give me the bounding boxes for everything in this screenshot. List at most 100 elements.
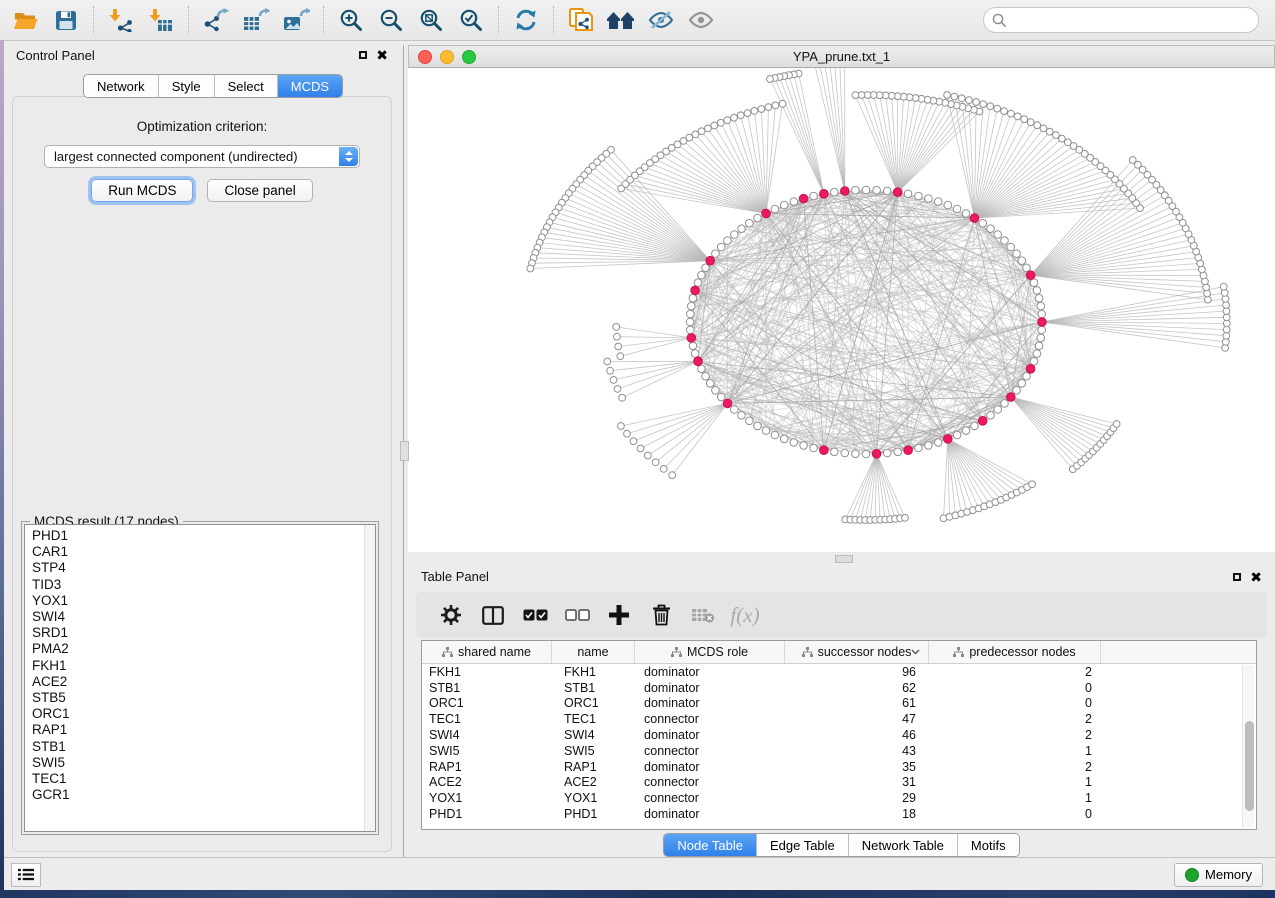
- add-column-button[interactable]: [600, 598, 638, 632]
- network-node[interactable]: [934, 198, 942, 206]
- network-leaf-node[interactable]: [772, 102, 779, 109]
- network-leaf-node[interactable]: [852, 92, 859, 99]
- network-leaf-node[interactable]: [1001, 108, 1008, 115]
- network-leaf-node[interactable]: [758, 106, 765, 113]
- table-cell[interactable]: PHD1: [552, 807, 635, 821]
- mcds-result-list[interactable]: PHD1CAR1STP4TID3YOX1SWI4SRD1PMA2FKH1ACE2…: [24, 524, 376, 832]
- tab-mcds[interactable]: MCDS: [278, 75, 342, 97]
- network-leaf-node[interactable]: [717, 119, 724, 126]
- network-leaf-node[interactable]: [767, 76, 774, 83]
- network-node[interactable]: [731, 231, 739, 239]
- mcds-result-item[interactable]: PMA2: [32, 641, 375, 657]
- splitter-grip[interactable]: [835, 555, 853, 563]
- table-cell[interactable]: 43: [785, 744, 929, 758]
- table-cell[interactable]: dominator: [635, 681, 785, 695]
- table-cell[interactable]: 62: [785, 681, 929, 695]
- mcds-result-item[interactable]: ACE2: [32, 674, 375, 690]
- network-leaf-node[interactable]: [987, 103, 994, 110]
- table-cell[interactable]: 96: [785, 665, 929, 679]
- table-row[interactable]: RAP1RAP1dominator352: [422, 759, 1256, 775]
- tab-select[interactable]: Select: [215, 75, 278, 97]
- network-node[interactable]: [790, 198, 798, 206]
- table-scrollbar-thumb[interactable]: [1245, 721, 1254, 811]
- network-leaf-node[interactable]: [994, 105, 1001, 112]
- result-scrollbar[interactable]: [364, 525, 375, 831]
- table-cell[interactable]: ORC1: [552, 696, 635, 710]
- table-cell[interactable]: TEC1: [422, 712, 552, 726]
- mcds-result-item[interactable]: ORC1: [32, 706, 375, 722]
- network-node[interactable]: [712, 250, 720, 258]
- network-node[interactable]: [944, 201, 952, 209]
- network-leaf-node[interactable]: [614, 386, 621, 393]
- table-cell[interactable]: PHD1: [422, 807, 552, 821]
- network-node[interactable]: [754, 214, 762, 222]
- network-node[interactable]: [904, 190, 912, 198]
- network-node[interactable]: [724, 237, 732, 245]
- network-node[interactable]: [1033, 350, 1041, 358]
- network-leaf-node[interactable]: [617, 353, 624, 360]
- network-leaf-node[interactable]: [944, 92, 951, 99]
- col-predecessor-nodes[interactable]: predecessor nodes: [929, 641, 1101, 663]
- network-node[interactable]: [852, 186, 860, 194]
- table-cell[interactable]: SWI5: [552, 744, 635, 758]
- network-node[interactable]: [717, 243, 725, 251]
- horizontal-splitter[interactable]: [408, 552, 1275, 563]
- network-node[interactable]: [1037, 302, 1045, 310]
- export-table-button[interactable]: [236, 3, 276, 37]
- dominator-node[interactable]: [893, 188, 902, 197]
- network-leaf-node[interactable]: [630, 438, 637, 445]
- network-node[interactable]: [698, 365, 706, 373]
- zoom-selected-button[interactable]: [451, 3, 491, 37]
- network-leaf-node[interactable]: [615, 343, 622, 350]
- memory-button[interactable]: Memory: [1174, 863, 1263, 887]
- table-row[interactable]: YOX1YOX1connector291: [422, 790, 1256, 806]
- float-panel-icon[interactable]: [359, 51, 367, 59]
- network-node[interactable]: [873, 186, 881, 194]
- table-cell[interactable]: 46: [785, 728, 929, 742]
- network-node[interactable]: [883, 187, 891, 195]
- mcds-result-item[interactable]: TEC1: [32, 771, 375, 787]
- table-cell[interactable]: YOX1: [552, 791, 635, 805]
- close-panel-icon[interactable]: ✖: [1250, 570, 1262, 584]
- network-node[interactable]: [852, 450, 860, 458]
- network-node[interactable]: [894, 448, 902, 456]
- col-name[interactable]: name: [552, 641, 635, 663]
- network-leaf-node[interactable]: [1220, 283, 1227, 290]
- first-neighbors-button[interactable]: [601, 3, 641, 37]
- vertical-splitter[interactable]: [400, 41, 408, 857]
- network-node[interactable]: [800, 442, 808, 450]
- export-network-button[interactable]: [196, 3, 236, 37]
- network-node[interactable]: [780, 435, 788, 443]
- network-leaf-node[interactable]: [610, 377, 617, 384]
- network-leaf-node[interactable]: [973, 99, 980, 106]
- network-node[interactable]: [883, 449, 891, 457]
- table-cell[interactable]: 31: [785, 775, 929, 789]
- network-node[interactable]: [934, 439, 942, 447]
- dominator-node[interactable]: [944, 435, 953, 444]
- mcds-result-item[interactable]: STP4: [32, 560, 375, 576]
- network-leaf-node[interactable]: [779, 100, 786, 107]
- network-leaf-node[interactable]: [765, 104, 772, 111]
- network-node[interactable]: [962, 427, 970, 435]
- network-node[interactable]: [994, 406, 1002, 414]
- network-leaf-node[interactable]: [1040, 125, 1047, 132]
- table-row[interactable]: SWI4SWI4dominator462: [422, 727, 1256, 743]
- table-cell[interactable]: 47: [785, 712, 929, 726]
- import-network-button[interactable]: [101, 3, 141, 37]
- task-history-button[interactable]: [11, 863, 41, 887]
- tab-node-table[interactable]: Node Table: [664, 834, 757, 856]
- criterion-dropdown[interactable]: largest connected component (undirected): [44, 145, 360, 168]
- network-leaf-node[interactable]: [618, 185, 625, 192]
- network-node[interactable]: [694, 279, 702, 287]
- network-node[interactable]: [841, 449, 849, 457]
- delete-table-button[interactable]: [684, 598, 722, 632]
- col-successor-nodes[interactable]: successor nodes: [785, 641, 929, 663]
- network-node[interactable]: [810, 444, 818, 452]
- network-node[interactable]: [862, 450, 870, 458]
- table-cell[interactable]: dominator: [635, 696, 785, 710]
- network-node[interactable]: [691, 350, 699, 358]
- table-row[interactable]: TEC1TEC1connector472: [422, 711, 1256, 727]
- table-cell[interactable]: 1: [929, 775, 1101, 789]
- table-cell[interactable]: 2: [929, 760, 1101, 774]
- mcds-result-item[interactable]: GCR1: [32, 787, 375, 803]
